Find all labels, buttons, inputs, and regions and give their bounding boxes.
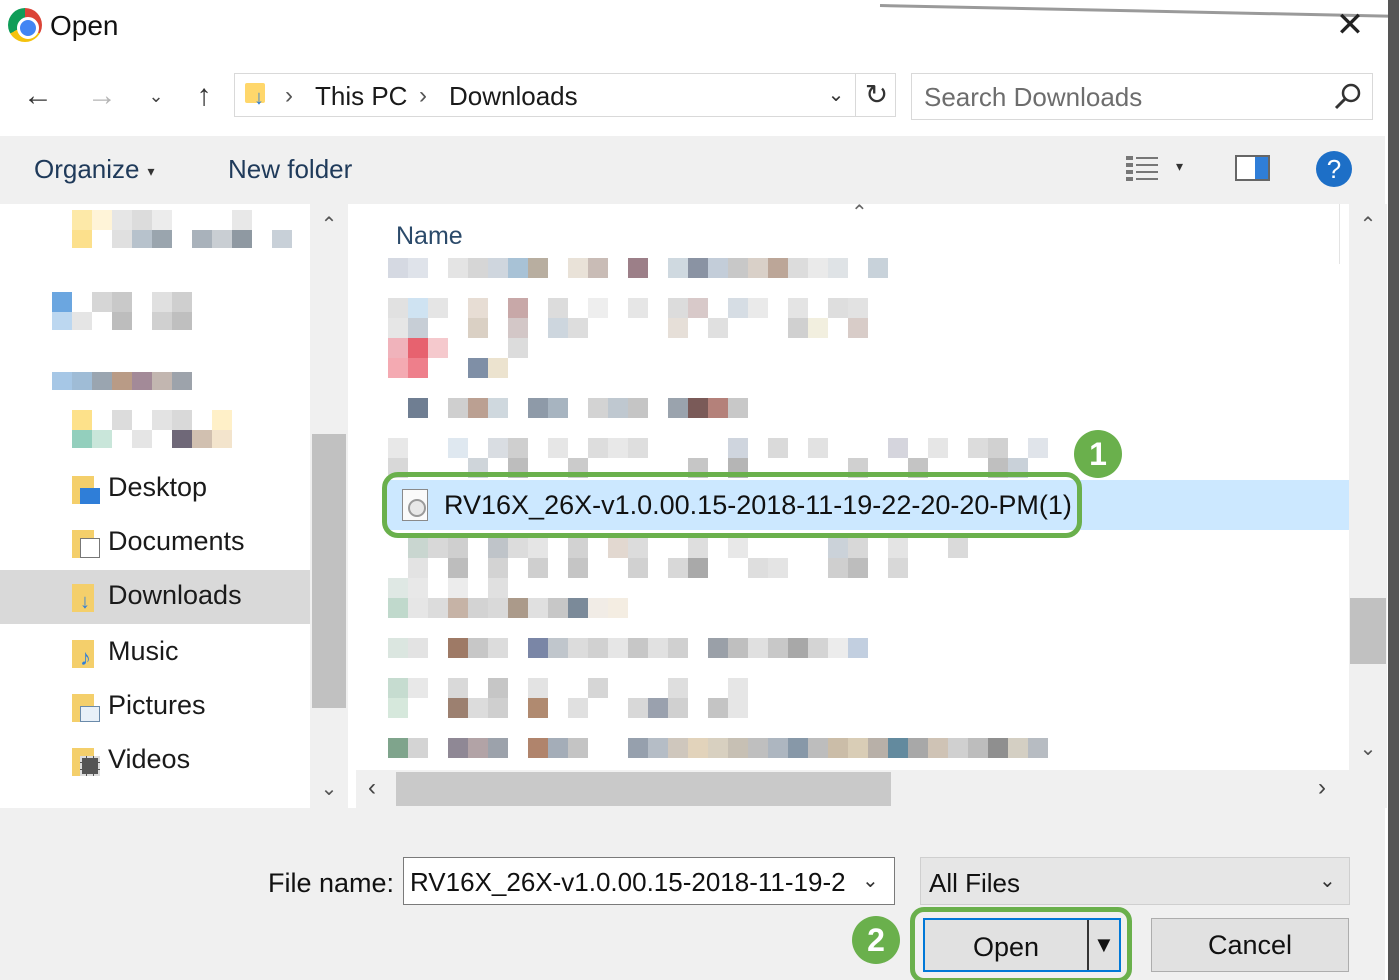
file-list-horizontal-scrollbar[interactable]: ‹ › [356,770,1349,808]
nav-item-music[interactable]: ♪ Music [0,626,310,680]
chevron-down-icon[interactable]: ⌄ [862,868,879,893]
column-header-name[interactable]: Name [396,222,463,251]
step-2-highlight [910,907,1132,980]
nav-item-label: Pictures [108,690,206,720]
chevron-down-icon: ▾ [147,162,155,179]
downloads-folder-icon: ↓ [245,83,269,108]
search-box[interactable] [911,73,1373,120]
file-name-combobox[interactable]: ⌄ [403,857,895,905]
scrollbar-thumb[interactable] [396,772,891,806]
blurred-file-rows-below [388,538,1048,758]
chevron-down-icon: ⌄ [1319,870,1336,892]
address-dropdown-button[interactable]: ⌄ [821,82,851,107]
downloads-folder-icon: ↓ [72,584,100,612]
blurred-file-rows-above [388,258,1048,478]
scroll-left-button[interactable]: ‹ [368,774,376,802]
close-button[interactable]: ✕ [1322,0,1378,52]
nav-item-label: Videos [108,744,191,774]
address-bar[interactable]: ↓ › This PC › Downloads ⌄ ↻ [234,73,896,117]
file-list-vertical-scrollbar[interactable]: ⌃ ⌄ [1349,204,1387,770]
scrollbar-thumb[interactable] [1350,598,1386,664]
file-name-input[interactable] [410,867,860,897]
videos-folder-icon [72,748,100,776]
breadcrumb-downloads[interactable]: Downloads [449,81,578,112]
pictures-folder-icon [72,694,100,722]
scroll-down-button[interactable]: ⌄ [310,776,348,801]
breadcrumb-separator: › [419,82,427,109]
forward-button[interactable]: → [82,76,122,116]
breadcrumb-this-pc[interactable]: This PC [315,81,407,112]
search-input[interactable] [924,82,1324,112]
nav-item-videos[interactable]: Videos [0,734,310,788]
navigation-pane-scrollbar[interactable]: ⌃ ⌄ [310,204,348,808]
step-1-highlight [382,472,1082,538]
navigation-pane[interactable]: Desktop Documents ↓ Downloads ♪ Music Pi… [0,204,348,808]
nav-item-label: Desktop [108,472,208,502]
blurred-quick-access-items [52,210,292,448]
step-1-badge: 1 [1074,430,1122,478]
scroll-up-button[interactable]: ⌃ [310,212,348,237]
nav-item-label: Music [108,636,179,666]
organize-button[interactable]: Organize ▾ [34,154,155,185]
nav-item-downloads[interactable]: ↓ Downloads [0,570,310,624]
refresh-button[interactable]: ↻ [855,73,897,117]
scroll-right-button[interactable]: › [1318,774,1326,802]
search-icon[interactable] [1330,80,1366,114]
file-type-select[interactable]: All Files ⌄ [920,857,1350,905]
background-window-strip [1388,0,1399,980]
view-details-icon[interactable] [1124,152,1160,186]
nav-item-desktop[interactable]: Desktop [0,462,310,516]
new-folder-button[interactable]: New folder [228,154,352,185]
music-folder-icon: ♪ [72,640,100,669]
chrome-icon [8,8,42,42]
step-2-badge: 2 [852,916,900,964]
back-button[interactable]: ← [18,76,58,116]
title-bar: Open [0,0,1385,52]
dialog-footer: File name: ⌄ All Files ⌄ Open ▼ Cancel [0,808,1385,980]
cancel-button[interactable]: Cancel [1151,918,1349,972]
sort-indicator-icon: ⌃ [851,204,868,224]
nav-item-label: Downloads [108,580,242,610]
recent-locations-button[interactable]: ⌄ [140,76,172,116]
nav-item-pictures[interactable]: Pictures [0,680,310,734]
up-button[interactable]: ↑ [184,76,224,116]
file-name-label: File name: [268,868,395,898]
scroll-down-button[interactable]: ⌄ [1349,736,1387,761]
breadcrumb-separator: › [285,82,293,109]
view-options-button[interactable]: ▾ [1176,158,1183,175]
nav-item-documents[interactable]: Documents [0,516,310,570]
documents-folder-icon [72,530,100,558]
scrollbar-corner [1349,770,1387,808]
nav-item-label: Documents [108,526,245,556]
window-title: Open [50,10,119,41]
command-bar: Organize ▾ New folder ▾ ? [0,136,1385,204]
help-icon[interactable]: ? [1316,151,1352,187]
organize-label: Organize [34,154,140,184]
preview-pane-icon[interactable] [1235,153,1271,183]
desktop-folder-icon [72,476,100,504]
file-type-value: All Files [929,868,1021,898]
scroll-up-button[interactable]: ⌃ [1349,212,1387,237]
scrollbar-thumb[interactable] [312,434,346,708]
